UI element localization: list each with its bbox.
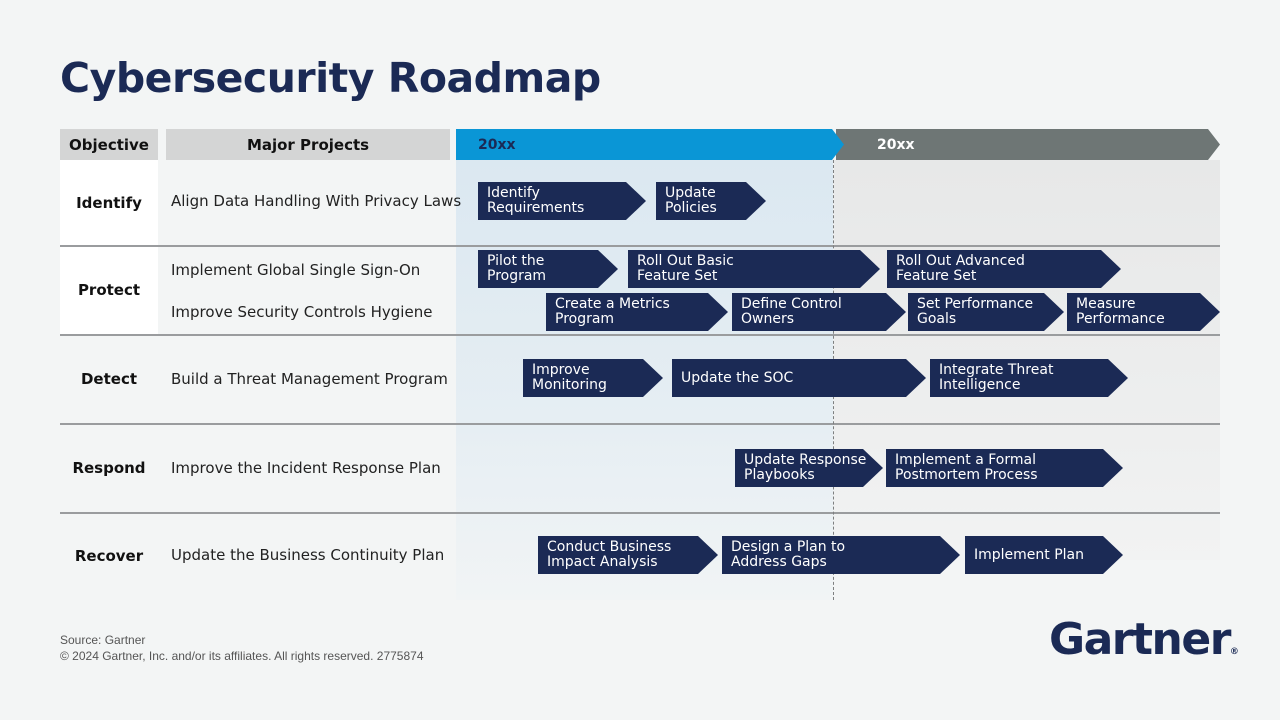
objective-recover: Recover — [74, 547, 144, 565]
objective-detect: Detect — [80, 370, 138, 388]
row-divider — [60, 423, 1220, 425]
project-label: Implement Global Single Sign-On — [171, 261, 421, 279]
row-divider — [60, 245, 1220, 247]
row-divider — [60, 512, 1220, 514]
objective-identify: Identify — [76, 193, 142, 212]
header-objective: Objective — [60, 129, 158, 160]
timeline-header — [456, 129, 1220, 160]
footer: Source: Gartner © 2024 Gartner, Inc. and… — [60, 632, 424, 664]
page-title: Cybersecurity Roadmap — [60, 54, 601, 102]
project-label: Update the Business Continuity Plan — [171, 546, 445, 564]
task-design-plan-address-gaps: Design a Plan to Address Gaps — [722, 536, 960, 574]
period-2-label: 20xx — [877, 136, 915, 153]
task-implement-plan: Implement Plan — [965, 536, 1123, 574]
task-roll-out-advanced: Roll Out Advanced Feature Set — [887, 250, 1121, 288]
task-set-performance-goals: Set Performance Goals — [908, 293, 1064, 331]
row-divider — [60, 334, 1220, 336]
task-improve-monitoring: Improve Monitoring — [523, 359, 663, 397]
task-identify-requirements: Identify Requirements — [478, 182, 646, 220]
period-1-label: 20xx — [478, 136, 516, 153]
task-measure-performance: Measure Performance — [1067, 293, 1220, 331]
copyright-text: © 2024 Gartner, Inc. and/or its affiliat… — [60, 649, 424, 663]
source-text: Source: Gartner — [60, 633, 146, 647]
project-label: Align Data Handling With Privacy Laws — [171, 192, 462, 210]
task-update-policies: Update Policies — [656, 182, 766, 220]
task-pilot-the-program: Pilot the Program — [478, 250, 618, 288]
registered-icon: ® — [1229, 647, 1239, 657]
task-define-control-owners: Define Control Owners — [732, 293, 906, 331]
header-major-projects: Major Projects — [166, 129, 450, 160]
task-implement-formal-postmortem: Implement a Formal Postmortem Process — [886, 449, 1123, 487]
task-integrate-threat-intelligence: Integrate Threat Intelligence — [930, 359, 1128, 397]
task-conduct-business-impact-analysis: Conduct Business Impact Analysis — [538, 536, 718, 574]
gartner-logo: Gartner® — [1049, 614, 1239, 665]
project-label: Improve Security Controls Hygiene — [171, 303, 433, 321]
project-label: Build a Threat Management Program — [171, 370, 448, 388]
task-update-response-playbooks: Update Response Playbooks — [735, 449, 883, 487]
objective-respond: Respond — [72, 459, 146, 477]
objective-protect: Protect — [77, 281, 141, 299]
task-update-the-soc: Update the SOC — [672, 359, 926, 397]
logo-text: Gartner — [1049, 614, 1231, 665]
task-roll-out-basic: Roll Out Basic Feature Set — [628, 250, 880, 288]
project-label: Improve the Incident Response Plan — [171, 459, 441, 477]
task-create-metrics-program: Create a Metrics Program — [546, 293, 728, 331]
